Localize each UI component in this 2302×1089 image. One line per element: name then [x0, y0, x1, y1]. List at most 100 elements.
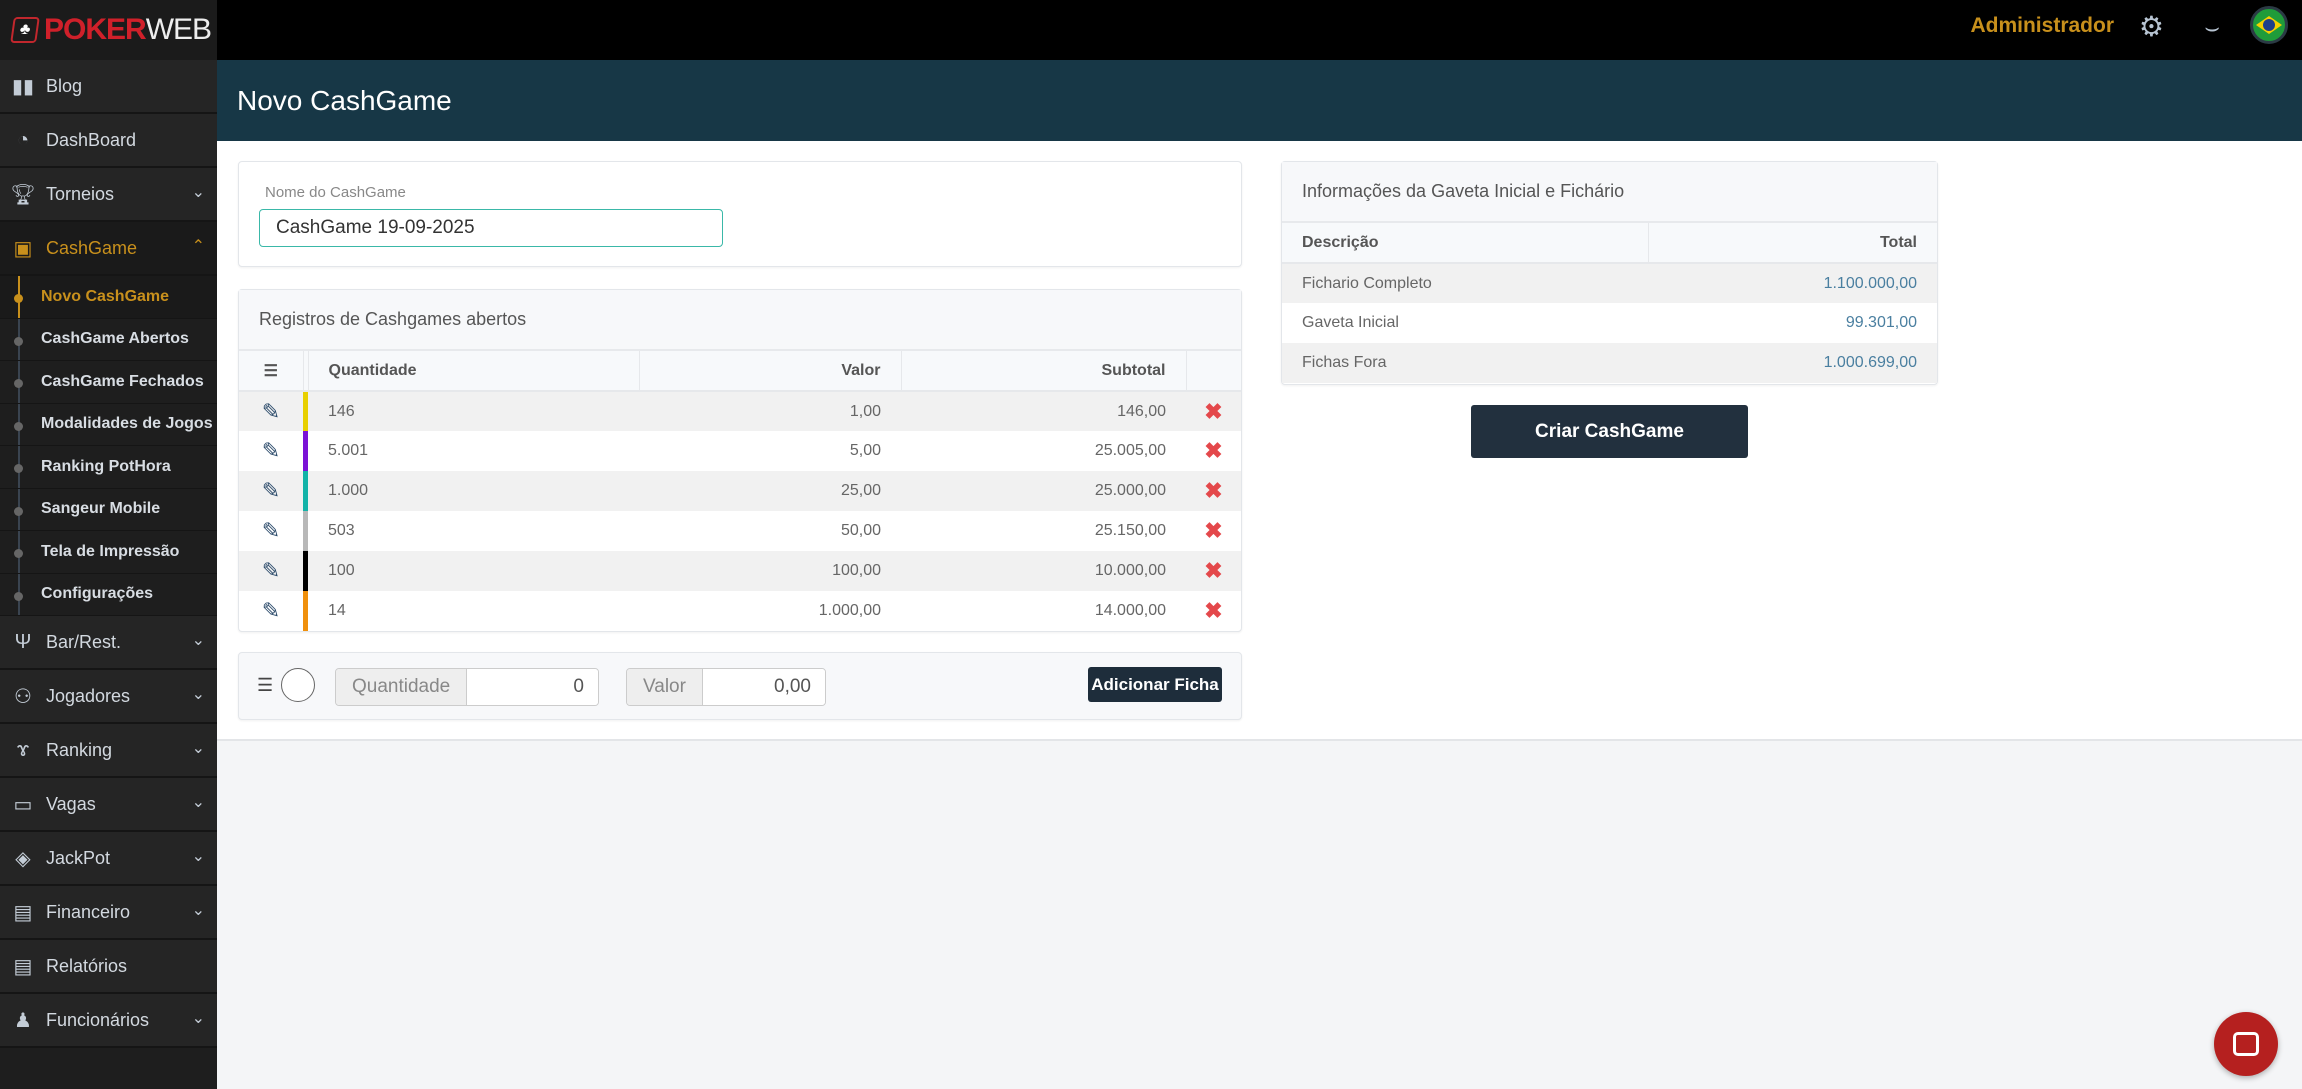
delete-icon[interactable]: ✖	[1186, 471, 1241, 511]
submenu-item[interactable]: CashGame Abertos	[0, 318, 217, 361]
gears-icon[interactable]: ⚙	[2139, 10, 2164, 43]
sidebar-item-blog[interactable]: ▮▮ Blog	[0, 60, 217, 114]
edit-icon[interactable]: ✎	[239, 511, 303, 551]
mustache-icon[interactable]: ⌣	[2204, 14, 2220, 42]
submenu-item[interactable]: Modalidades de Jogos	[0, 403, 217, 446]
edit-icon[interactable]: ✎	[239, 591, 303, 631]
sidebar-item-jogadores[interactable]: ⚇ Jogadores ⌄	[0, 670, 217, 724]
qty-cell: 503	[328, 522, 355, 539]
page-header: Novo CashGame	[217, 60, 2302, 141]
ticket-icon: ▭	[13, 793, 33, 816]
submenu-item[interactable]: Novo CashGame	[0, 276, 217, 319]
sidebar-item-label: Blog	[46, 75, 83, 96]
sidebar-item-label: DashBoard	[46, 129, 137, 150]
value-label: Valor	[627, 669, 703, 705]
chat-button[interactable]	[2214, 1012, 2278, 1076]
sidebar-item-label: Vagas	[46, 793, 96, 814]
add-chip-button[interactable]: Adicionar Ficha	[1088, 667, 1222, 702]
col-total: Total	[1648, 223, 1937, 264]
edit-icon[interactable]: ✎	[239, 391, 303, 431]
chevron-down-icon: ⌄	[191, 686, 205, 703]
info-title: Informações da Gaveta Inicial e Fichário	[1282, 162, 1937, 223]
brazil-flag-icon[interactable]	[2250, 6, 2288, 44]
records-table: ☰ Quantidade Valor Subtotal ✎ 146 1,00 1…	[239, 351, 1241, 631]
delete-icon[interactable]: ✖	[1186, 511, 1241, 551]
chevron-down-icon: ⌄	[191, 740, 205, 757]
sidebar-item-label: CashGame	[46, 237, 138, 258]
chevron-down-icon: ⌄	[191, 794, 205, 811]
desc-cell: Gaveta Inicial	[1302, 314, 1399, 331]
subtotal-cell: 25.005,00	[1094, 442, 1166, 459]
sidebar-item-label: Jogadores	[46, 685, 131, 706]
create-cashgame-button[interactable]: Criar CashGame	[1471, 405, 1748, 458]
user-name[interactable]: Administrador	[1970, 14, 2114, 38]
sidebar-item-dashboard[interactable]: ◔ DashBoard	[0, 114, 217, 168]
desc-cell: Fichas Fora	[1282, 343, 1648, 383]
valor-cell: 50,00	[840, 522, 881, 539]
sidebar-item-label: Ranking	[46, 739, 113, 760]
total-cell: 99.301,00	[1845, 314, 1917, 331]
desc-cell: Fichario Completo	[1282, 263, 1648, 303]
sidebar-item-jackpot[interactable]: ◈ JackPot ⌄	[0, 832, 217, 886]
quantity-input[interactable]: 0	[467, 669, 598, 705]
book-icon: ▮▮	[11, 75, 34, 98]
submenu-item[interactable]: CashGame Fechados	[0, 361, 217, 404]
col-quantidade: Quantidade	[308, 351, 640, 392]
col-subtotal: Subtotal	[901, 351, 1187, 392]
edit-icon[interactable]: ✎	[239, 471, 303, 511]
chevron-up-icon: ⌃	[191, 238, 205, 255]
medal-icon: ɤ	[16, 738, 30, 761]
table-row: ✎ 14 1.000,00 14.000,00 ✖	[239, 591, 1241, 631]
trophy-icon: 🏆︎	[10, 183, 36, 206]
invoice-icon: ▤	[13, 901, 33, 924]
submenu-item[interactable]: Tela de Impressão	[0, 531, 217, 574]
database-icon: ☰	[257, 675, 274, 695]
valor-cell: 5,00	[849, 442, 881, 459]
edit-icon[interactable]: ✎	[239, 551, 303, 591]
chat-icon	[2233, 1032, 2259, 1056]
sidebar-item-relat-rios[interactable]: ▤ Relatórios	[0, 940, 217, 994]
sidebar-item-vagas[interactable]: ▭ Vagas ⌄	[0, 778, 217, 832]
submenu-item[interactable]: Sangeur Mobile	[0, 488, 217, 531]
chevron-down-icon: ⌄	[191, 184, 205, 201]
sidebar-item-financeiro[interactable]: ▤ Financeiro ⌄	[0, 886, 217, 940]
sidebar: ▮▮ Blog ◔ DashBoard 🏆︎ Torneios ⌄ ▣ CashGame ⌃ No…	[0, 60, 217, 1089]
clubs-logo-icon: ♣	[10, 17, 40, 43]
name-card: Nome do CashGame CashGame 19-09-2025	[238, 161, 1242, 267]
chip-color-picker[interactable]	[281, 668, 315, 702]
quantity-label: Quantidade	[336, 669, 468, 705]
user-lock-icon: ♟	[14, 1009, 32, 1032]
quantity-input-group: Quantidade 0	[335, 668, 599, 706]
sidebar-item-ranking[interactable]: ɤ Ranking ⌄	[0, 724, 217, 778]
cashgame-name-input[interactable]: CashGame 19-09-2025	[259, 209, 723, 247]
edit-icon[interactable]: ✎	[239, 431, 303, 471]
sidebar-item-label: Relatórios	[46, 955, 128, 976]
value-input[interactable]: 0,00	[702, 669, 825, 705]
delete-icon[interactable]: ✖	[1186, 431, 1241, 471]
sidebar-item-funcion-rios[interactable]: ♟ Funcionários ⌄	[0, 994, 217, 1048]
add-chip-card: ☰ Quantidade 0 Valor 0,00 Adicionar Fich…	[238, 652, 1242, 720]
sidebar-item-torneios[interactable]: 🏆︎ Torneios ⌄	[0, 168, 217, 222]
money-icon: ▣	[13, 237, 33, 260]
sidebar-item-bar-rest[interactable]: Ψ Bar/Rest. ⌄	[0, 616, 217, 670]
subtotal-cell: 14.000,00	[1094, 602, 1166, 619]
users-icon: ⚇	[14, 685, 32, 708]
submenu-item[interactable]: Configurações	[0, 573, 217, 616]
total-cell: 1.100.000,00	[1648, 263, 1937, 303]
qty-cell: 5.001	[328, 442, 369, 459]
info-card: Informações da Gaveta Inicial e Fichário…	[1281, 161, 1938, 385]
qty-cell: 1.000	[308, 471, 639, 511]
sidebar-item-label: JackPot	[46, 847, 111, 868]
content: Nome do CashGame CashGame 19-09-2025 Reg…	[217, 141, 2302, 741]
sidebar-item-cashgame[interactable]: ▣ CashGame ⌃	[0, 222, 217, 276]
logo[interactable]: ♣ POKERWEB	[0, 0, 217, 60]
delete-icon[interactable]: ✖	[1186, 551, 1241, 591]
gem-icon: ◈	[15, 847, 31, 870]
submenu-item[interactable]: Ranking PotHora	[0, 446, 217, 489]
valor-cell: 1,00	[639, 391, 901, 431]
chevron-down-icon: ⌄	[191, 632, 205, 649]
delete-icon[interactable]: ✖	[1186, 591, 1241, 631]
chevron-down-icon: ⌄	[191, 1010, 205, 1027]
pie-chart-icon: ◔	[16, 128, 30, 151]
delete-icon[interactable]: ✖	[1186, 391, 1241, 431]
